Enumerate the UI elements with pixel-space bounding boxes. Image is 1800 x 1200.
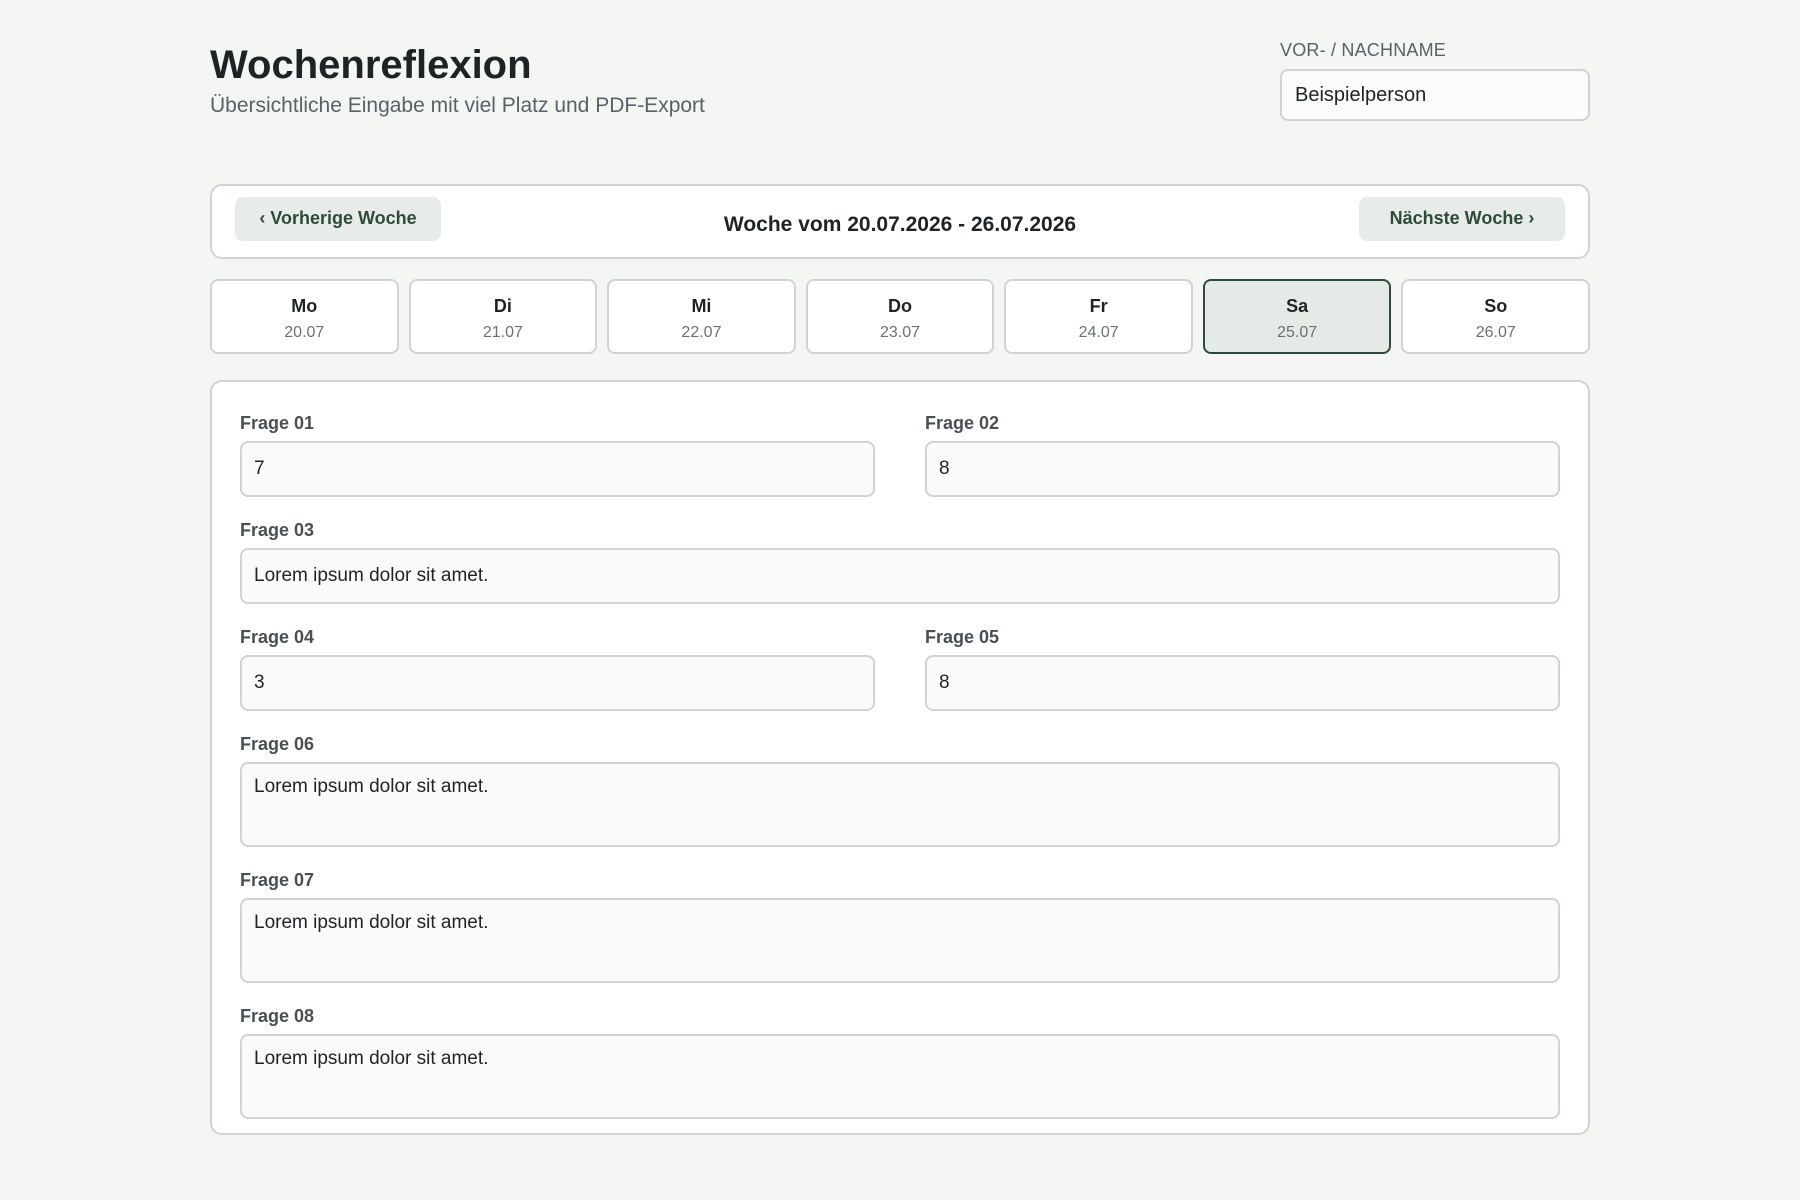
field-label: Frage 02 (925, 413, 1000, 433)
day-name: So (1484, 296, 1508, 316)
day-name: Fr (1089, 296, 1108, 316)
day-tab-sa[interactable]: Sa 25.07 (1202, 279, 1392, 354)
name-block: VOR- / NACHNAME (1280, 38, 1590, 121)
frage-07-textarea[interactable]: Lorem ipsum dolor sit amet. (240, 898, 1560, 983)
frage-06-textarea[interactable]: Lorem ipsum dolor sit amet. (240, 762, 1560, 847)
day-name: Mo (291, 296, 318, 316)
field-frage-02: Frage 02 (925, 412, 1560, 497)
field-label: Frage 06 (240, 734, 315, 754)
form-row: Frage 01 Frage 02 (240, 412, 1560, 519)
day-tab-mo[interactable]: Mo 20.07 (210, 279, 399, 354)
frage-04-input[interactable] (240, 655, 875, 711)
day-date: 25.07 (1277, 324, 1318, 341)
day-tab-fr[interactable]: Fr 24.07 (1004, 279, 1193, 354)
day-tab-do[interactable]: Do 23.07 (805, 279, 995, 354)
day-date: 23.07 (880, 324, 921, 341)
day-name: Di (493, 296, 512, 316)
field-frage-07: Frage 07 Lorem ipsum dolor sit amet. (240, 869, 1560, 983)
field-frage-08: Frage 08 Lorem ipsum dolor sit amet. (240, 1005, 1560, 1119)
page: Wochenreflexion Übersichtliche Eingabe m… (210, 0, 1591, 1135)
header: Wochenreflexion Übersichtliche Eingabe m… (210, 38, 1590, 148)
day-tabs: Mo 20.07 Di 21.07 Mi 22.07 Do 23.07 Fr 2… (210, 279, 1591, 354)
frage-01-input[interactable] (240, 441, 875, 497)
field-label: Frage 03 (240, 520, 315, 540)
day-tab-mi[interactable]: Mi 22.07 (607, 279, 796, 354)
day-name: Sa (1286, 296, 1309, 316)
field-label: Frage 01 (240, 413, 315, 433)
question-form: Frage 01 Frage 02 Frage 03 Frage 04 Frag… (210, 380, 1590, 1135)
day-date: 21.07 (482, 324, 523, 341)
field-frage-05: Frage 05 (925, 626, 1560, 711)
page-title: Wochenreflexion (210, 43, 532, 87)
day-name: Mi (691, 296, 712, 316)
day-date: 24.07 (1078, 324, 1119, 341)
frage-02-input[interactable] (925, 441, 1560, 497)
name-input[interactable] (1280, 69, 1590, 121)
field-frage-03: Frage 03 (240, 519, 1560, 604)
field-frage-06: Frage 06 Lorem ipsum dolor sit amet. (240, 733, 1560, 847)
title-block: Wochenreflexion Übersichtliche Eingabe m… (210, 38, 705, 118)
day-tab-di[interactable]: Di 21.07 (408, 279, 598, 354)
day-name: Do (888, 296, 913, 316)
frage-03-input[interactable] (240, 548, 1560, 604)
field-label: Frage 04 (240, 627, 315, 647)
field-label: Frage 08 (240, 1006, 315, 1026)
day-date: 20.07 (284, 324, 325, 341)
day-date: 22.07 (681, 324, 722, 341)
previous-week-button[interactable]: ‹ Vorherige Woche (235, 196, 441, 241)
page-subtitle: Übersichtliche Eingabe mit viel Platz un… (210, 94, 705, 117)
field-frage-04: Frage 04 (240, 626, 875, 711)
day-date: 26.07 (1475, 324, 1516, 341)
form-row: Frage 04 Frage 05 (240, 626, 1560, 733)
frage-05-input[interactable] (925, 655, 1560, 711)
name-label: VOR- / NACHNAME (1280, 40, 1447, 60)
field-frage-01: Frage 01 (240, 412, 875, 497)
frage-08-textarea[interactable]: Lorem ipsum dolor sit amet. (240, 1034, 1560, 1119)
day-tab-so[interactable]: So 26.07 (1401, 279, 1591, 354)
next-week-button[interactable]: Nächste Woche › (1359, 196, 1565, 241)
field-label: Frage 07 (240, 870, 315, 890)
week-navigation: ‹ Vorherige Woche Woche vom 20.07.2026 -… (210, 184, 1590, 259)
field-label: Frage 05 (925, 627, 1000, 647)
